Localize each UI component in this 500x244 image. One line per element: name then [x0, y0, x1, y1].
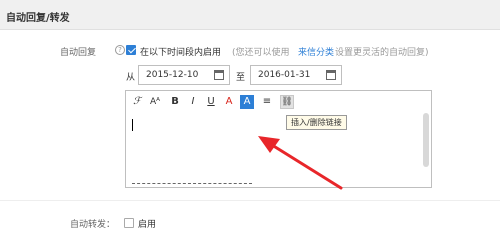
auto-forward-enable-label: 启用: [138, 220, 157, 230]
auto-forward-checkbox[interactable]: [124, 218, 134, 228]
row-divider: [0, 200, 500, 201]
auto-reply-settings: 自动回复/转发 自动回复 ? 在以下时间段内启用 (您还可以使用 来信分类 设置…: [0, 0, 500, 244]
annotation-arrow-icon: [258, 136, 343, 190]
auto-forward-label: 自动转发：: [70, 220, 116, 230]
